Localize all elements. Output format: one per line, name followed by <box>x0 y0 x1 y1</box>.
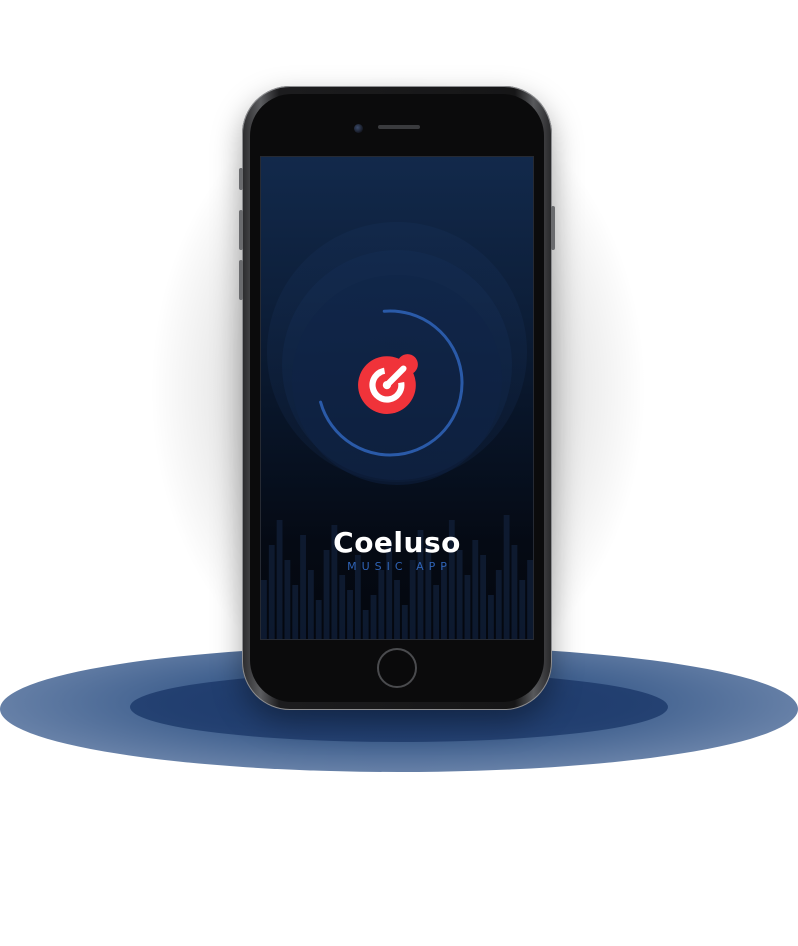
app-name: Coeluso <box>333 526 461 559</box>
app-tagline: MUSIC APP <box>347 560 452 573</box>
volume-down-button <box>239 260 243 300</box>
silent-switch <box>239 168 243 190</box>
coeluso-logo-icon <box>358 354 418 414</box>
home-button-icon[interactable] <box>377 648 417 688</box>
volume-up-button <box>239 210 243 250</box>
phone-device: Coeluso MUSIC APP <box>239 86 555 710</box>
speaker-grille <box>378 125 420 129</box>
camera-icon <box>354 124 363 133</box>
splash-screen: Coeluso MUSIC APP <box>260 156 534 640</box>
power-button <box>551 206 555 250</box>
